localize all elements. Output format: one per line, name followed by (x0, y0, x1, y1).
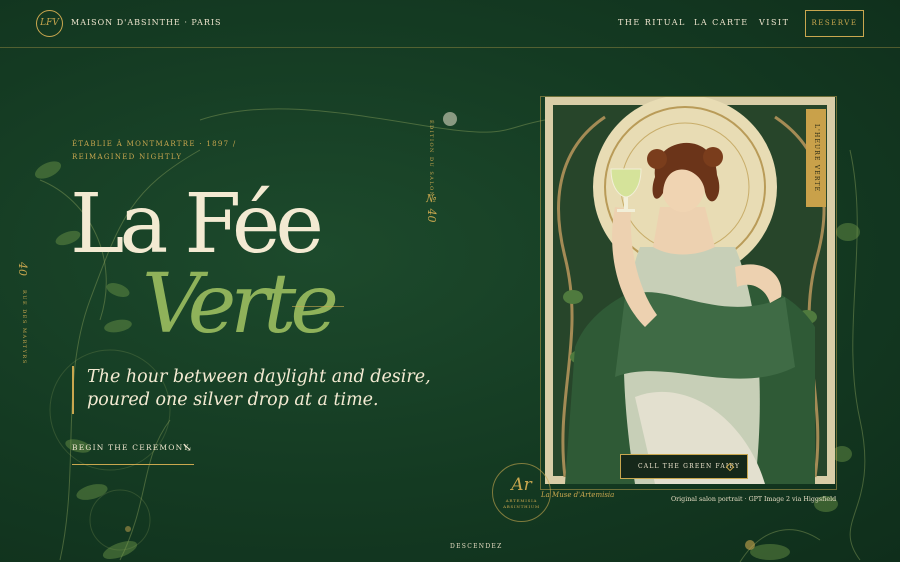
tagline-line-2: poured one silver drop at a time. (87, 390, 379, 410)
street-number: 40 (16, 262, 29, 276)
reserve-button[interactable]: RESERVE (805, 10, 864, 37)
scroll-down-cue[interactable]: DESCENDEZ (450, 543, 503, 550)
salon-edition-label: ÉDITION DU SALON (428, 120, 434, 198)
nav-item-la-carte[interactable]: LA CARTE (694, 18, 749, 27)
lheure-verte-badge: L'HEURE VERTE (806, 109, 826, 207)
salon-number: № 40 (425, 192, 438, 223)
eyebrow-line-2: REIMAGINED NIGHTLY (72, 153, 183, 161)
arrow-down-right-icon: ↘ (182, 440, 193, 454)
site-header: LFV MAISON D'ABSINTHE · PARIS THE RITUAL… (0, 0, 900, 48)
hero-title-line-1: La Fée (70, 177, 324, 272)
salon-portrait (545, 97, 835, 484)
dot-ornament (443, 112, 457, 126)
nav-item-the-ritual[interactable]: THE RITUAL (618, 18, 686, 27)
logo-monogram[interactable]: LFV (36, 10, 63, 37)
brand-name[interactable]: MAISON D'ABSINTHE · PARIS (71, 18, 222, 27)
muse-caption: La Muse d'Artemisia (541, 491, 615, 499)
seal-line-2: ABSINTHIUM (503, 504, 540, 509)
seal-caption: ARTEMISIA ABSINTHIUM (493, 498, 550, 510)
cta-label: BEGIN THE CEREMONY (72, 443, 190, 452)
hero-tagline: The hour between daylight and desire, po… (72, 366, 431, 414)
title-divider (292, 306, 344, 307)
nav-item-visit[interactable]: VISIT (759, 18, 789, 27)
portrait-credit: Original salon portrait · GPT Image 2 vi… (671, 496, 837, 503)
begin-ceremony-link[interactable]: BEGIN THE CEREMONY ↘ (72, 440, 194, 465)
hero-title-line-2: Verte (142, 257, 339, 352)
street-name: RUE DES MARTYRS (21, 290, 27, 365)
art-nouveau-portrait-illustration (545, 97, 835, 484)
call-green-fairy-button[interactable]: CALL THE GREEN FAIRY (620, 454, 748, 479)
hero-eyebrow: ÉTABLIE À MONTMARTRE · 1897 / REIMAGINED… (72, 138, 262, 164)
tagline-line-1: The hour between daylight and desire, (87, 367, 431, 387)
eyebrow-line-1: ÉTABLIE À MONTMARTRE · 1897 / (72, 140, 237, 148)
